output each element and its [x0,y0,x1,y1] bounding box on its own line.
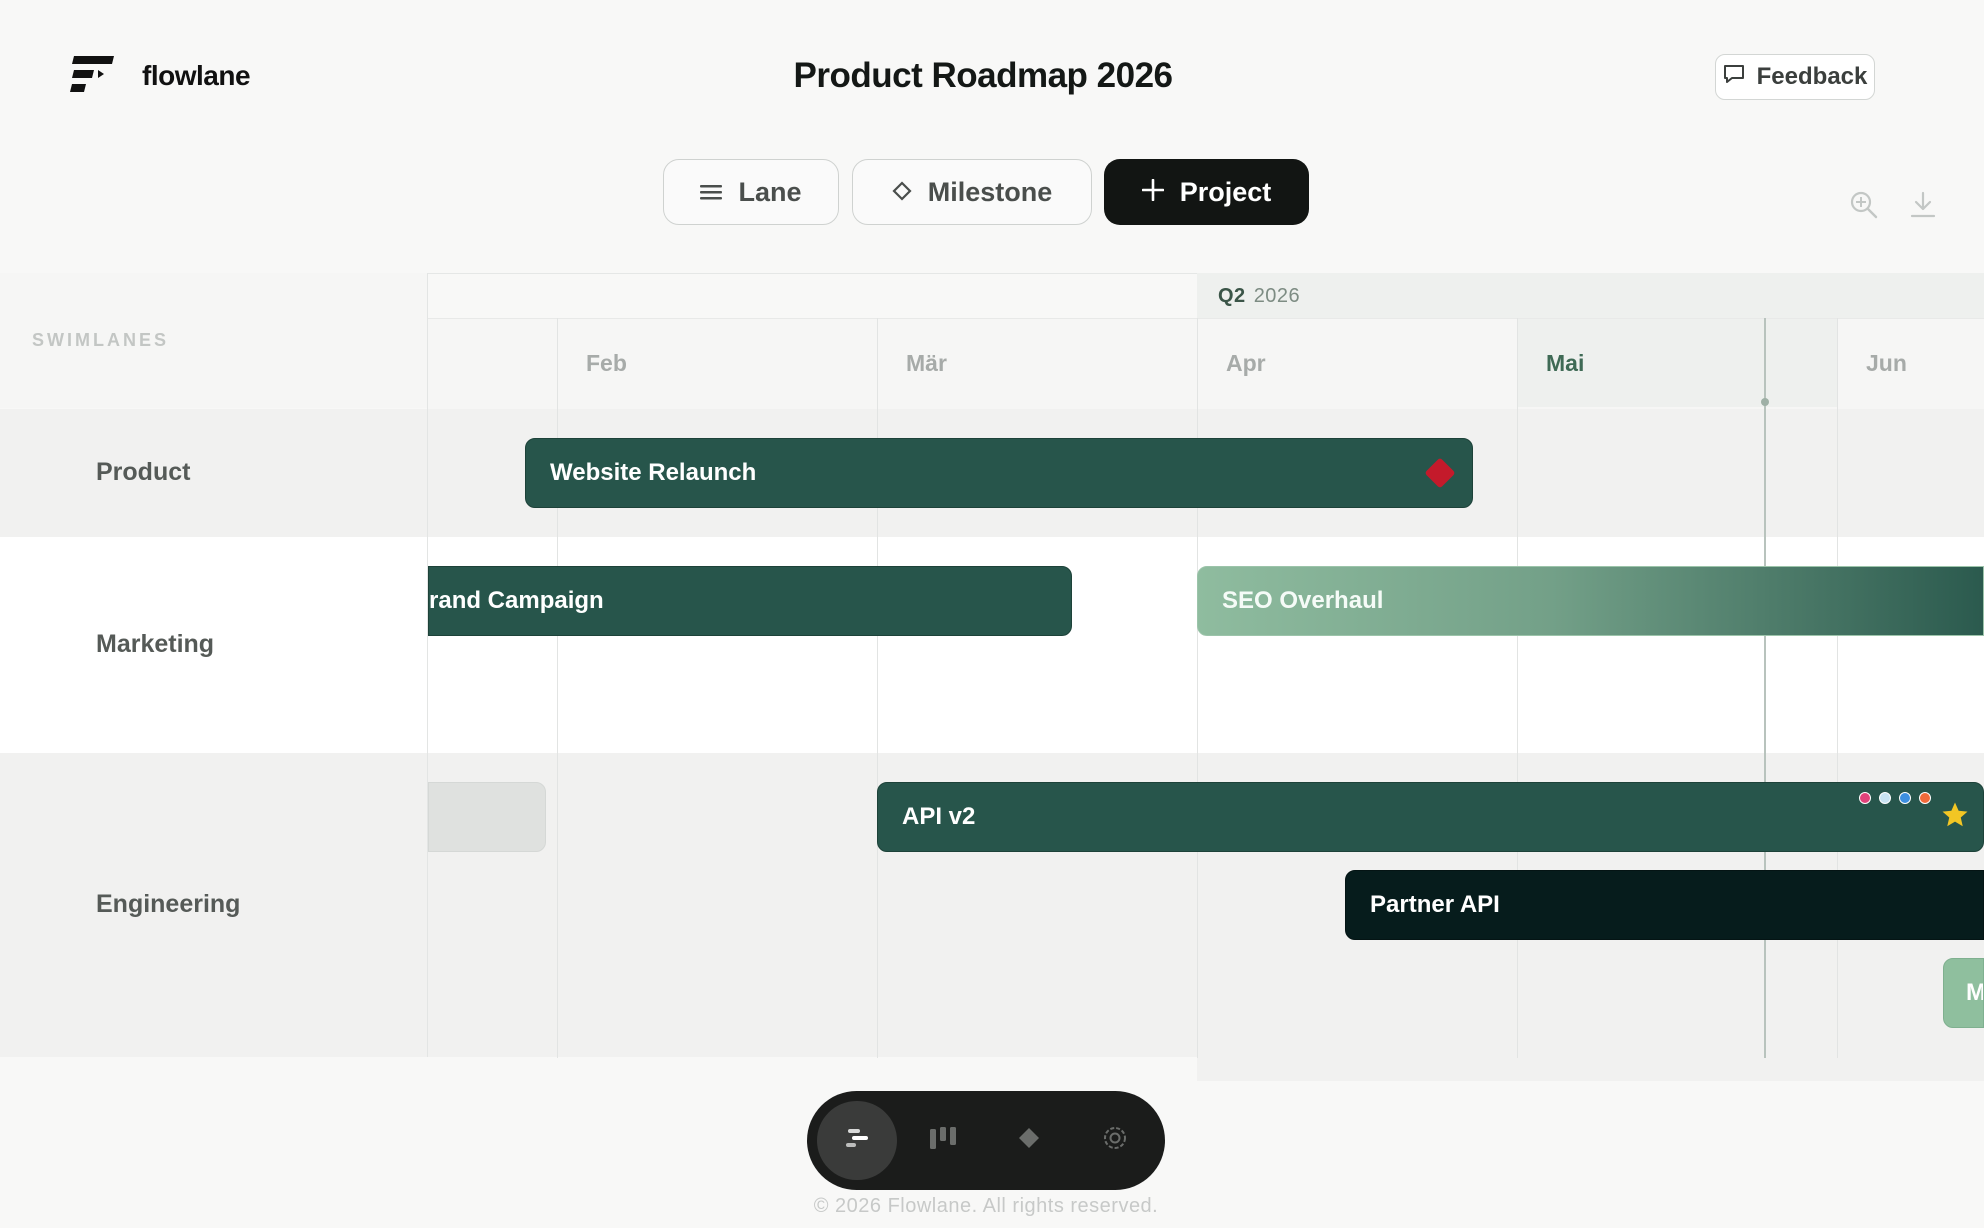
bar-label: SEO Overhaul [1222,587,1384,614]
feedback-label: Feedback [1756,63,1868,90]
plus-icon [1141,177,1165,208]
status-dot-lightblue [1879,792,1891,804]
month-jun: Jun [1866,350,1907,376]
footer-copyright: © 2026 Flowlane. All rights reserved. [813,1195,1159,1217]
swimlanes-label: SWIMLANES [32,330,169,350]
status-dot-pink [1859,792,1871,804]
bar-label: API v2 [902,803,976,830]
feedback-button[interactable]: Feedback [1715,54,1875,100]
zoom-in-icon[interactable] [1849,190,1879,220]
add-lane-button[interactable]: Lane [663,159,839,225]
download-icon[interactable] [1908,190,1938,220]
bar-label: Website Relaunch [550,459,757,486]
bar-website-relaunch[interactable]: Website Relaunch [525,438,1473,508]
quarter-name: Q2 [1218,285,1246,307]
milestone-label: Milestone [927,176,1053,207]
add-project-button[interactable]: Project [1104,159,1309,225]
status-dot-orange [1919,792,1931,804]
bar-seo-overhaul[interactable]: SEO Overhaul [1197,566,1984,636]
quarter-header [1197,273,1984,318]
bar-api-v2[interactable]: API v2 [877,782,1984,852]
today-line [1764,318,1766,1058]
chat-icon [1723,63,1745,91]
milestone-icon [1016,1125,1042,1156]
nav-board-button[interactable] [903,1101,983,1180]
nav-settings-button[interactable] [1075,1101,1155,1180]
month-feb: Feb [586,350,627,376]
lane-label-divider [427,273,428,1057]
lane-engineering-overflow [1197,1057,1984,1081]
bar-partner-api[interactable]: Partner API [1345,870,1984,940]
lane-label-marketing[interactable]: Marketing [96,630,214,659]
project-label: Project [1179,176,1272,207]
add-milestone-button[interactable]: Milestone [852,159,1092,225]
grid-line-maer [877,318,878,1058]
star-icon[interactable] [1940,800,1970,830]
lane-label-product[interactable]: Product [96,458,190,487]
grid-line-feb [557,318,558,1058]
grid-line-mai [1517,318,1518,1058]
month-apr: Apr [1226,350,1266,376]
nav-timeline-button[interactable] [817,1101,897,1180]
grid-line-jun [1837,318,1838,1058]
bar-brand-campaign[interactable]: rand Campaign [428,566,1072,636]
today-marker [1761,398,1769,406]
bar-label: rand Campaign [429,587,604,614]
diamond-outline-icon [892,177,912,208]
status-dot-blue [1899,792,1911,804]
bar-placeholder[interactable] [428,782,546,852]
quarter-year: 2026 [1253,285,1301,307]
quarter-label: Q2 2026 [1218,285,1300,308]
lane-label: Lane [738,176,802,207]
board-icon [928,1125,958,1156]
lane-label-engineering[interactable]: Engineering [96,890,240,919]
page-title: Product Roadmap 2026 [793,56,1174,95]
month-maer: Mär [906,350,947,376]
settings-icon [1101,1124,1129,1157]
timeline-icon [842,1126,872,1155]
month-mai: Mai [1546,350,1585,376]
nav-milestones-button[interactable] [989,1101,1069,1180]
bar-label: Partner API [1370,891,1500,918]
bar-partial[interactable]: M [1943,958,1984,1028]
grid-line-apr [1197,318,1198,1058]
lines-icon [700,177,723,208]
bar-label: M [1966,979,1984,1006]
